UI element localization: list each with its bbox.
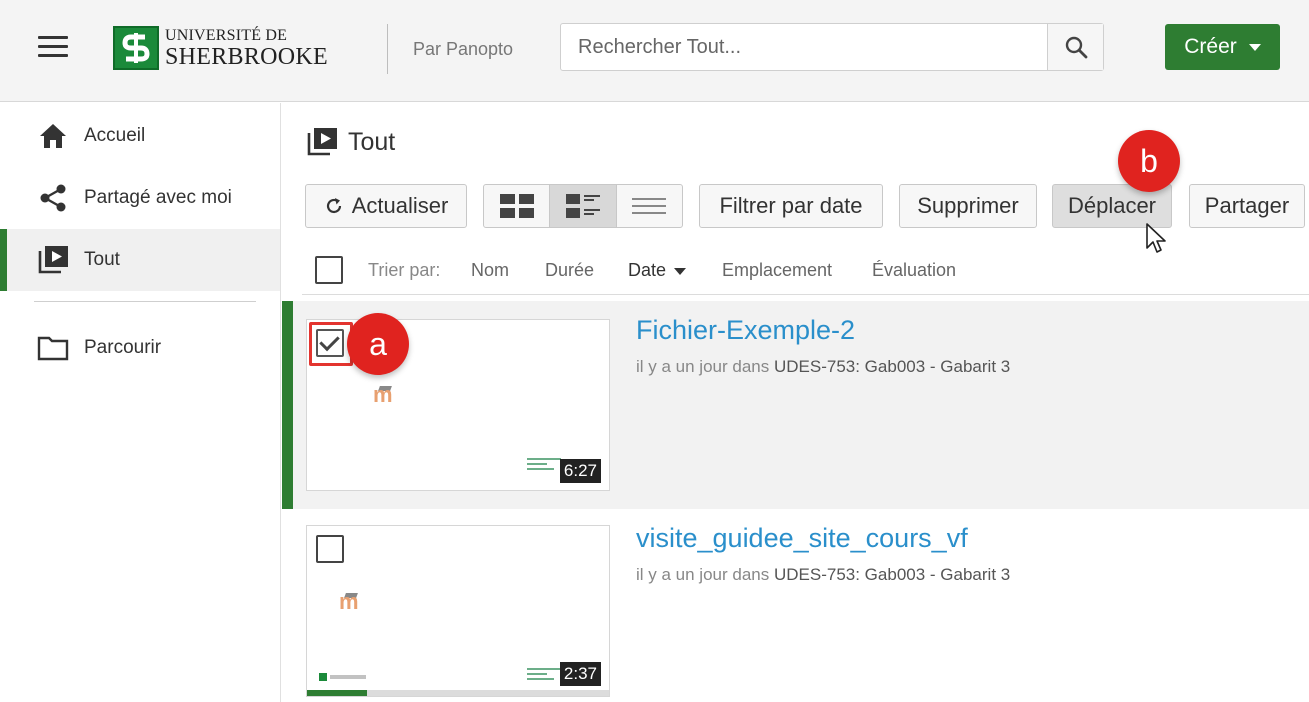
annotation-badge-b: b <box>1118 130 1180 192</box>
mouse-cursor-icon <box>1146 223 1166 253</box>
detail-view-icon <box>565 194 600 218</box>
delete-button[interactable]: Supprimer <box>899 184 1037 228</box>
video-library-icon <box>37 244 69 276</box>
share-icon <box>37 182 69 214</box>
list-view-icon <box>632 198 667 214</box>
moodle-logo-icon: m <box>373 382 393 407</box>
search-button[interactable] <box>1047 24 1103 70</box>
session-location[interactable]: UDES-753: Gab003 - Gabarit 3 <box>774 357 1010 376</box>
view-toggle-group <box>483 184 683 228</box>
duration-badge: 6:27 <box>559 459 601 483</box>
sort-by-label: Trier par: <box>368 260 441 280</box>
search-icon <box>1065 36 1087 59</box>
annotation-badge-a: a <box>347 313 409 375</box>
filter-date-button[interactable]: Filtrer par date <box>699 184 883 228</box>
thumbnail-caption-graphic <box>527 458 561 472</box>
sidebar-item-accueil[interactable]: Accueil <box>0 105 280 167</box>
folder-icon <box>37 332 69 364</box>
refresh-button[interactable]: Actualiser <box>305 184 467 228</box>
page-title-row: Tout <box>306 127 395 157</box>
watch-progress-bar <box>307 690 609 696</box>
sort-option-emplacement[interactable]: Emplacement <box>722 260 832 281</box>
sidebar-item-label: Partagé avec moi <box>84 187 232 208</box>
create-button-label: Créer <box>1184 35 1237 58</box>
moodle-logo-icon: m <box>339 589 359 614</box>
sidebar: Accueil Partagé avec moi Tout Parcourir <box>0 103 281 702</box>
logo-text-line2: SHERBROOKE <box>165 43 329 70</box>
session-checkbox[interactable] <box>316 329 344 357</box>
university-logo[interactable]: UNIVERSITÉ DE SHERBROOKE <box>113 26 328 70</box>
grid-view-icon <box>499 194 534 218</box>
search-input[interactable] <box>561 24 1049 70</box>
sort-option-date-label: Date <box>628 260 667 280</box>
logo-mark <box>113 26 159 70</box>
sort-option-duree[interactable]: Durée <box>545 260 594 281</box>
session-row[interactable]: m 2:37 visite_guidee_site_cours_vf il y … <box>282 509 1309 702</box>
sort-option-nom[interactable]: Nom <box>471 260 509 281</box>
refresh-icon <box>326 198 341 214</box>
sidebar-item-label: Accueil <box>84 125 146 146</box>
sort-option-date[interactable]: Date <box>628 260 687 281</box>
search-box <box>560 23 1104 71</box>
by-panopto-label: Par Panopto <box>413 39 514 59</box>
hamburger-menu-icon[interactable] <box>38 36 68 58</box>
grid-view-button[interactable] <box>484 185 551 227</box>
detail-view-button[interactable] <box>550 185 617 227</box>
session-meta: il y a un jour dans UDES-753: Gab003 - G… <box>636 357 1010 377</box>
session-thumbnail[interactable]: m 2:37 <box>306 525 610 697</box>
sidebar-item-parcourir[interactable]: Parcourir <box>0 317 280 379</box>
video-library-icon <box>307 128 337 156</box>
delete-label: Supprimer <box>917 193 1019 218</box>
share-button[interactable]: Partager <box>1189 184 1305 228</box>
header-divider <box>387 24 388 74</box>
session-title[interactable]: Fichier-Exemple-2 <box>636 315 855 346</box>
sort-option-evaluation[interactable]: Évaluation <box>872 260 956 281</box>
caret-down-icon <box>674 267 687 275</box>
sidebar-divider <box>34 301 256 302</box>
session-title[interactable]: visite_guidee_site_cours_vf <box>636 523 968 554</box>
main-content: Tout Actualiser Filtrer par date Supprim… <box>282 103 1309 702</box>
caret-down-icon <box>1248 43 1261 51</box>
sidebar-item-partage[interactable]: Partagé avec moi <box>0 167 280 229</box>
refresh-label: Actualiser <box>351 193 449 218</box>
sort-bar: Trier par: Nom Durée Date Emplacement Év… <box>302 253 1309 295</box>
session-meta: il y a un jour dans UDES-753: Gab003 - G… <box>636 565 1010 585</box>
list-view-button[interactable] <box>617 185 682 227</box>
sidebar-item-tout[interactable]: Tout <box>0 229 280 291</box>
session-meta-prefix: il y a un jour dans <box>636 357 770 376</box>
watch-progress-fill <box>307 690 368 696</box>
page-title: Tout <box>348 127 396 156</box>
logo-text-line1: UNIVERSITÉ DE <box>165 26 288 44</box>
create-button[interactable]: Créer <box>1165 24 1280 70</box>
home-icon <box>37 120 69 152</box>
move-label: Déplacer <box>1067 193 1157 218</box>
university-mini-logo <box>319 672 371 682</box>
session-meta-prefix: il y a un jour dans <box>636 565 770 584</box>
thumbnail-caption-graphic <box>527 668 561 682</box>
duration-badge: 2:37 <box>559 662 601 686</box>
session-checkbox[interactable] <box>316 535 344 563</box>
sidebar-item-label: Tout <box>84 249 120 270</box>
session-location[interactable]: UDES-753: Gab003 - Gabarit 3 <box>774 565 1010 584</box>
share-label: Partager <box>1204 193 1290 218</box>
filter-date-label: Filtrer par date <box>719 193 863 218</box>
session-row[interactable]: m 6:27 Fichier-Exemple-2 il y a un jour … <box>282 301 1309 509</box>
select-all-checkbox[interactable] <box>315 256 343 284</box>
top-bar: UNIVERSITÉ DE SHERBROOKE Par Panopto Cré… <box>0 0 1309 102</box>
sidebar-item-label: Parcourir <box>84 337 162 358</box>
